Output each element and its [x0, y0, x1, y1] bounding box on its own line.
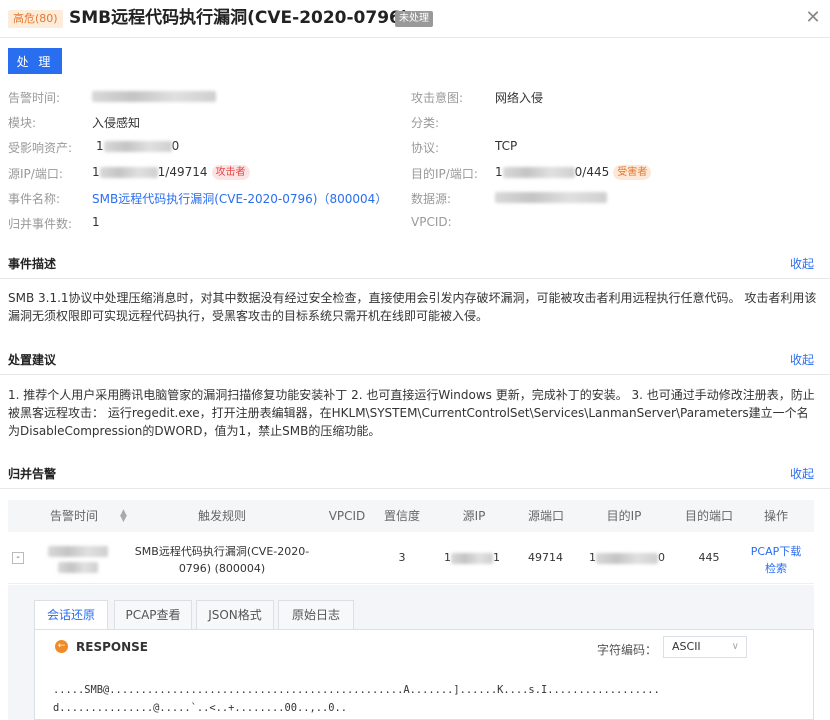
col-dst-port: 目的端口	[684, 509, 733, 523]
advice-text: 1. 推荐个人用户采用腾讯电脑管家的漏洞扫描修复功能安装补丁 2. 也可直接运行…	[8, 388, 815, 438]
search-link[interactable]: 检索	[746, 560, 806, 577]
col-vpcid: VPCID	[328, 509, 366, 523]
col-confidence: 置信度	[383, 509, 420, 523]
encoding-label: 字符编码：	[597, 643, 658, 657]
response-body: ← RESPONSE 字符编码： ASCII ∨ .....SMB@.......…	[34, 629, 814, 720]
event-name-label: 事件名称:	[8, 192, 61, 206]
attacker-tag: 攻击者	[211, 165, 250, 180]
module-value: 入侵感知	[92, 116, 141, 130]
divider	[0, 488, 830, 489]
dst-ip-label: 目的IP/端口:	[411, 167, 478, 181]
row-src-port: 49714	[528, 551, 563, 564]
victim-tag: 受害者	[613, 165, 652, 180]
attack-intent-value: 网络入侵	[495, 91, 544, 105]
divider	[0, 278, 830, 279]
tab-pcap-view[interactable]: PCAP查看	[114, 600, 192, 630]
table-row: - SMB远程代码执行漏洞(CVE-2020- 0796) (800004) 3 …	[8, 532, 814, 584]
row-dst-ip: 10	[589, 551, 665, 564]
merged-alerts-title: 归并告警	[8, 467, 57, 481]
dst-ip-value: 1 0/445 受害者	[495, 165, 652, 180]
handle-button[interactable]: 处 理	[8, 48, 62, 74]
vpcid-label: VPCID:	[411, 215, 452, 229]
status-badge: 未处理	[395, 11, 433, 27]
col-rule: 触发规则	[197, 509, 246, 523]
category-label: 分类:	[411, 116, 440, 130]
datasource-value	[495, 190, 607, 204]
back-arrow-icon[interactable]: ←	[55, 640, 68, 653]
event-name-link[interactable]: SMB远程代码执行漏洞(CVE-2020-0796)（800004）	[92, 190, 387, 207]
merged-count-label: 归并事件数:	[8, 217, 73, 231]
sort-icon[interactable]: ▲ ▼	[120, 509, 127, 524]
payload-line-2: d...............@.....`..<..+........00.…	[53, 702, 348, 714]
table-header: 告警时间 ▲ ▼ 触发规则 VPCID 置信度 源IP 源端口 目的IP 目的端口…	[8, 500, 814, 532]
src-ip-value: 1 1/49714 攻击者	[92, 165, 250, 180]
chevron-down-icon: ∨	[731, 641, 739, 652]
response-label: RESPONSE	[76, 640, 148, 654]
row-rule: SMB远程代码执行漏洞(CVE-2020- 0796) (800004)	[134, 545, 310, 575]
asset-label: 受影响资产:	[8, 141, 73, 155]
divider	[0, 374, 830, 375]
module-label: 模块:	[8, 116, 37, 130]
description-title: 事件描述	[8, 257, 57, 271]
src-ip-label: 源IP/端口:	[8, 167, 63, 181]
col-src-port: 源端口	[527, 509, 564, 523]
protocol-value: TCP	[495, 139, 518, 153]
datasource-label: 数据源:	[411, 192, 452, 206]
collapse-description-link[interactable]: 收起	[790, 255, 814, 272]
collapse-row-button[interactable]: -	[12, 552, 24, 564]
col-dst-ip: 目的IP	[606, 509, 642, 523]
encoding-select[interactable]: ASCII ∨	[663, 636, 747, 658]
collapse-merged-link[interactable]: 收起	[790, 465, 814, 482]
advice-title: 处置建议	[8, 353, 57, 367]
description-text: SMB 3.1.1协议中处理压缩消息时，对其中数据没有经过安全检查，直接使用会引…	[8, 291, 817, 323]
pcap-download-link[interactable]: PCAP下载	[746, 543, 806, 560]
tab-session-restore[interactable]: 会话还原	[34, 600, 108, 630]
session-detail-panel: 会话还原 PCAP查看 JSON格式 原始日志 ← RESPONSE 字符编码：…	[8, 585, 814, 720]
row-alert-time	[46, 544, 110, 573]
row-src-ip: 11	[444, 551, 500, 564]
severity-badge: 高危(80)	[8, 10, 63, 28]
tab-json[interactable]: JSON格式	[196, 600, 274, 630]
col-action: 操作	[763, 509, 788, 523]
tab-raw-log[interactable]: 原始日志	[278, 600, 354, 630]
row-actions: PCAP下载 检索	[746, 543, 806, 577]
payload-line-1: .....SMB@...............................…	[53, 684, 660, 696]
col-alert-time[interactable]: 告警时间	[44, 500, 104, 532]
col-src-ip: 源IP	[462, 509, 486, 523]
merged-count-value: 1	[92, 215, 100, 229]
protocol-label: 协议:	[411, 141, 440, 155]
alert-time-value	[92, 89, 216, 103]
close-icon[interactable]: ✕	[804, 9, 822, 27]
detail-header: 高危(80) SMB远程代码执行漏洞(CVE-2020-0796) 未处理 ✕	[0, 0, 830, 38]
alert-title: SMB远程代码执行漏洞(CVE-2020-0796)	[69, 8, 409, 28]
row-confidence: 3	[398, 551, 406, 564]
collapse-advice-link[interactable]: 收起	[790, 351, 814, 368]
row-dst-port: 445	[698, 551, 720, 564]
alert-time-label: 告警时间:	[8, 91, 61, 105]
asset-value: 10	[96, 139, 180, 153]
attack-intent-label: 攻击意图:	[411, 91, 464, 105]
